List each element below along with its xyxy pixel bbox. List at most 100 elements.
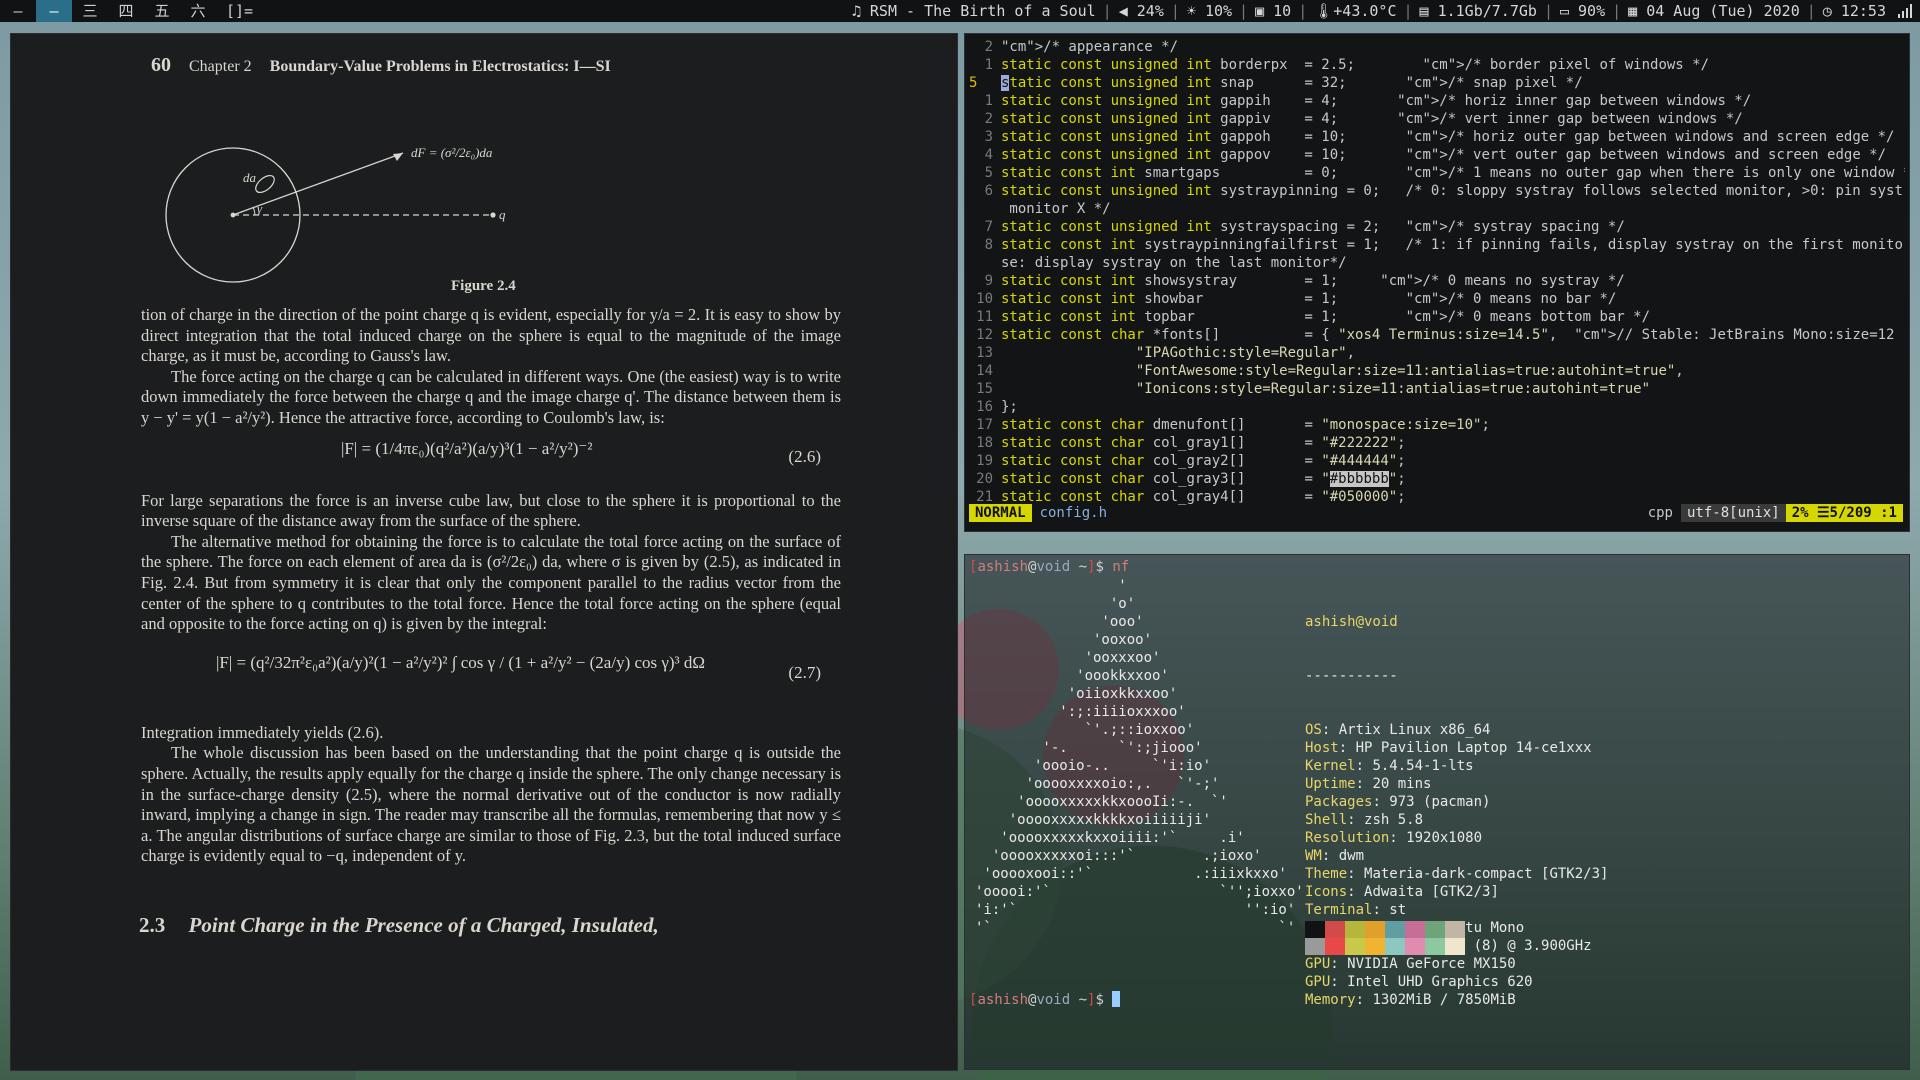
music-module: ♫ RSM - The Birth of a Soul — [846, 0, 1102, 22]
code-line[interactable]: 17 static const char dmenufont[] = "monos… — [965, 416, 1905, 434]
terminal-window[interactable]: [ashish@void ~]$ nf ' 'o' 'ooo' 'ooxoo' … — [964, 554, 1910, 1070]
line-text: static const int showsystray = 1; "cm">/… — [1001, 273, 1625, 289]
code-line[interactable]: 19 static const char col_gray2[] = "#4444… — [965, 452, 1905, 470]
angle-label: γ — [257, 201, 263, 216]
tag-1[interactable]: — — [0, 0, 36, 22]
code-line[interactable]: 13 "IPAGothic:style=Regular", — [965, 344, 1905, 362]
code-line[interactable]: 1 static const unsigned int borderpx = 2.… — [965, 56, 1905, 74]
music-note-icon: ♫ — [851, 2, 870, 20]
color-swatch — [1445, 938, 1465, 955]
info-row: Resolution: 1920x1080 — [1305, 830, 1483, 846]
code-line[interactable]: 7 static const unsigned int systrayspacin… — [965, 218, 1905, 236]
code-line[interactable]: 10 static const int showbar = 1; "cm">/* … — [965, 290, 1905, 308]
status-bar: — — 三 四 五 六 []= ♫ RSM - The Birth of a S… — [0, 0, 1920, 22]
status-modules: ♫ RSM - The Birth of a Soul | ◀ 24% | ☀ … — [846, 0, 1920, 22]
info-key: Kernel — [1305, 758, 1356, 774]
tag-6[interactable]: 六 — [180, 0, 216, 22]
code-line[interactable]: 11 static const int topbar = 1; "cm">/* 0… — [965, 308, 1905, 326]
line-number: 1 — [984, 57, 993, 73]
color-swatch — [1305, 938, 1325, 955]
paragraph: The force acting on the charge q can be … — [141, 366, 841, 427]
pdf-viewer-window[interactable]: 60 Chapter 2 Boundary-Value Problems in … — [10, 33, 958, 1071]
line-text: static const int showbar = 1; "cm">/* 0 … — [1001, 291, 1617, 307]
volume-value: 24% — [1136, 2, 1164, 20]
code-line[interactable]: 20 static const char col_gray3[] = "#bbbb… — [965, 470, 1905, 488]
code-line[interactable]: 15 "Ionicons:style=Regular:size=11:antia… — [965, 380, 1905, 398]
time-value: 12:53 — [1840, 2, 1886, 20]
color-swatches — [1305, 921, 1465, 955]
statusline-right: cpp utf-8[unix] 2% ☰5/209 :1 — [1640, 504, 1903, 522]
color-swatch — [1425, 921, 1445, 938]
tag-4[interactable]: 四 — [108, 0, 144, 22]
equation-body: |F| = (1/4πε₀)(q²/a²)(a/y)³(1 − a²/y²)⁻² — [341, 438, 593, 458]
code-line[interactable]: 16}; — [965, 398, 1905, 416]
code-line[interactable]: 18 static const char col_gray1[] = "#2222… — [965, 434, 1905, 452]
code-line[interactable]: 6 static const unsigned int systraypinnin… — [965, 182, 1905, 200]
calendar-icon: ▦ — [1628, 2, 1647, 20]
line-number: 15 — [976, 381, 993, 397]
info-row: Theme: Materia-dark-compact [GTK2/3] — [1305, 866, 1609, 882]
line-text: }; — [1001, 399, 1018, 415]
code-line[interactable]: 9 static const int showsystray = 1; "cm">… — [965, 272, 1905, 290]
color-swatch — [1425, 938, 1445, 955]
code-line[interactable]: 2 "cm">/* appearance */ — [965, 38, 1905, 56]
code-line[interactable]: 5 static const int smartgaps = 0; "cm">/*… — [965, 164, 1905, 182]
updates-value: 10 — [1273, 2, 1292, 20]
memory-icon: ▤ — [1419, 2, 1438, 20]
separator: | — [1298, 2, 1308, 20]
line-text: static const int systraypinningfailfirst… — [1001, 237, 1905, 253]
code-line[interactable]: 5 static const unsigned int snap = 32; "c… — [965, 74, 1905, 92]
code-line[interactable]: 12 static const char *fonts[] = { "xos4 T… — [965, 326, 1905, 344]
music-title: RSM - The Birth of a Soul — [869, 2, 1096, 20]
file-type: cpp — [1647, 505, 1673, 521]
layout-symbol[interactable]: []= — [216, 0, 263, 22]
line-number — [965, 254, 1001, 272]
code-buffer[interactable]: 2 "cm">/* appearance */ 1 static const unsi… — [965, 38, 1905, 506]
separator: | — [1403, 2, 1413, 20]
vim-editor-window[interactable]: 2 "cm">/* appearance */ 1 static const unsi… — [964, 33, 1910, 532]
prompt-line: [ashish@void ~]$ nf — [969, 559, 1130, 575]
paragraph: The alternative method for obtaining the… — [141, 531, 841, 634]
code-line[interactable]: monitor X */ — [965, 200, 1905, 218]
info-key: Resolution — [1305, 830, 1390, 846]
line-number: 4 — [984, 147, 993, 163]
code-line[interactable]: 8 static const int systraypinningfailfirs… — [965, 236, 1905, 254]
tag-3[interactable]: 三 — [72, 0, 108, 22]
code-line[interactable]: 2 static const unsigned int gappiv = 4; "… — [965, 110, 1905, 128]
area-label: da — [243, 170, 257, 185]
paragraph: For large separations the force is an in… — [141, 490, 841, 531]
info-key: Shell — [1305, 812, 1348, 828]
code-line[interactable]: 4 static const unsigned int gappov = 10; … — [965, 146, 1905, 164]
prompt-line[interactable]: [ashish@void ~]$ — [969, 991, 1121, 1008]
code-line[interactable]: 1 static const unsigned int gappih = 4; "… — [965, 92, 1905, 110]
info-key: GPU — [1305, 956, 1331, 972]
info-value: HP Pavilion Laptop 14-ce1xxx — [1355, 740, 1592, 756]
line-text: static const unsigned int gappiv = 4; "c… — [1001, 111, 1743, 127]
code-line[interactable]: 3 static const unsigned int gappoh = 10; … — [965, 128, 1905, 146]
code-line[interactable]: 14 "FontAwesome:style=Regular:size=11:an… — [965, 362, 1905, 380]
equation-2-6: |F| = (1/4πε₀)(q²/a²)(a/y)³(1 − a²/y²)⁻²… — [141, 429, 841, 491]
line-text: static const char *fonts[] = { "xos4 Ter… — [1001, 327, 1895, 343]
color-swatch — [1325, 938, 1345, 955]
info-row: GPU: NVIDIA GeForce MX150 — [1305, 956, 1516, 972]
paragraph: Integration immediately yields (2.6). — [141, 722, 384, 742]
tag-5[interactable]: 五 — [144, 0, 180, 22]
prompt-user: ashish — [977, 992, 1029, 1008]
line-text: "IPAGothic:style=Regular", — [1135, 345, 1356, 361]
signal-bars-icon[interactable] — [1898, 4, 1912, 18]
code-line[interactable]: se: display systray on the last monitor*… — [965, 254, 1905, 272]
memory-value: 1.1Gb/7.7Gb — [1437, 2, 1537, 20]
info-key: Terminal — [1305, 902, 1373, 918]
line-number: 16 — [976, 399, 993, 415]
line-number: 14 — [976, 363, 993, 379]
tag-2[interactable]: — — [36, 0, 72, 22]
prompt-command: nf — [1112, 559, 1130, 575]
vim-mode: NORMAL — [969, 504, 1032, 522]
line-text: "cm">/* appearance */ — [1001, 39, 1179, 55]
info-row: Host: HP Pavilion Laptop 14-ce1xxx — [1305, 740, 1592, 756]
line-number: 2 — [984, 111, 993, 127]
info-row: Memory: 1302MiB / 7850MiB — [1305, 992, 1516, 1008]
separator: | — [1239, 2, 1249, 20]
page-number: 60 — [151, 54, 171, 76]
color-swatch — [1345, 938, 1365, 955]
